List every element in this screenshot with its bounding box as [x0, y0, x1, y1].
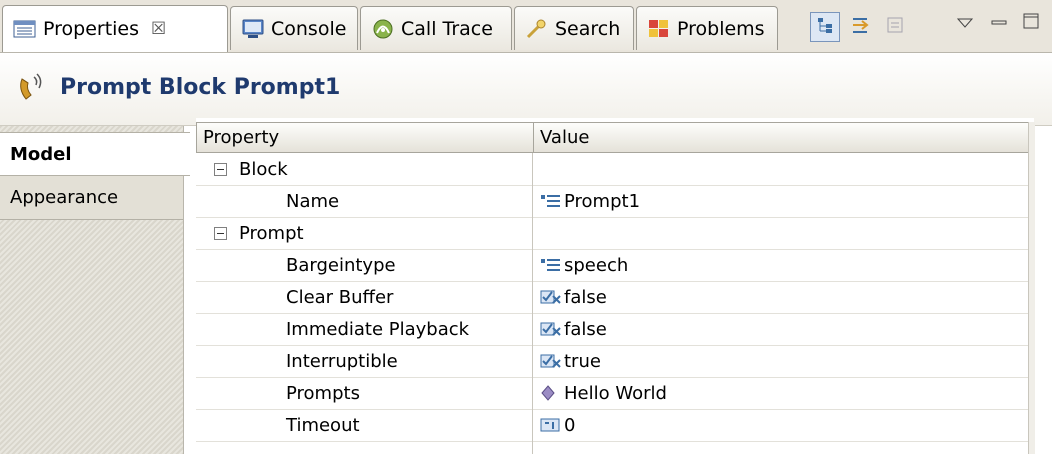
- table-row[interactable]: Prompt: [196, 218, 1034, 250]
- page-title: Prompt Block Prompt1: [60, 75, 341, 100]
- property-value: 0: [564, 415, 576, 436]
- table-row[interactable]: Prompts Hello World: [196, 378, 1034, 410]
- table-row[interactable]: Immediate Playback false: [196, 314, 1034, 346]
- property-value: Prompt1: [564, 191, 641, 212]
- maximize-button[interactable]: [1016, 8, 1046, 38]
- properties-header: Prompt Block Prompt1: [0, 53, 1052, 126]
- properties-view-icon: [13, 18, 37, 40]
- table-row-empty: [196, 442, 1034, 474]
- property-name: Prompt: [239, 223, 304, 244]
- section-tab-model[interactable]: Model: [0, 132, 190, 176]
- problems-icon: [647, 18, 671, 40]
- table-row[interactable]: Timeout 0: [196, 410, 1034, 442]
- view-tab-bar: Properties ☒ Console Call Trace Search P…: [0, 0, 1052, 53]
- column-header-property[interactable]: Property: [197, 123, 533, 152]
- minimize-button[interactable]: [984, 8, 1014, 38]
- show-advanced-icon: [850, 14, 872, 41]
- call-trace-icon: [371, 18, 395, 40]
- property-name: Timeout: [286, 415, 360, 436]
- property-name: Prompts: [286, 383, 360, 404]
- show-advanced-button[interactable]: [846, 12, 876, 42]
- property-name: Immediate Playback: [286, 319, 470, 340]
- view-menu-button[interactable]: [950, 8, 980, 38]
- text-value-icon: [540, 188, 562, 207]
- property-value: speech: [564, 255, 629, 276]
- table-header: Property Value: [196, 122, 1034, 153]
- boolean-value-icon: [540, 348, 562, 368]
- table-row[interactable]: Interruptible true: [196, 346, 1034, 378]
- tab-search[interactable]: Search: [514, 6, 634, 50]
- collapse-icon[interactable]: [214, 227, 227, 240]
- column-header-value[interactable]: Value: [534, 123, 1024, 152]
- restore-default-button[interactable]: [880, 12, 910, 42]
- tab-label: Problems: [677, 17, 765, 40]
- maximize-icon: [1022, 11, 1040, 35]
- minimize-icon: [990, 11, 1008, 35]
- tab-label: Search: [555, 17, 621, 40]
- property-table: Property Value Block Name Prompt1 Prompt…: [196, 118, 1035, 454]
- property-name: Clear Buffer: [286, 287, 394, 308]
- tab-problems[interactable]: Problems: [636, 6, 778, 50]
- boolean-value-icon: [540, 284, 562, 304]
- column-divider: [532, 153, 533, 454]
- tab-label: Call Trace: [401, 17, 493, 40]
- table-row[interactable]: Name Prompt1: [196, 186, 1034, 218]
- prompt-value-icon: [540, 380, 562, 401]
- text-value-icon: [540, 252, 562, 271]
- property-value: true: [564, 351, 601, 372]
- table-row[interactable]: Bargeintype speech: [196, 250, 1034, 282]
- section-tab-appearance[interactable]: Appearance: [0, 176, 183, 220]
- tab-label: Properties: [43, 18, 140, 40]
- property-value: Hello World: [564, 383, 667, 404]
- property-name: Name: [286, 191, 340, 212]
- search-icon: [525, 18, 549, 40]
- collapse-icon[interactable]: [214, 163, 227, 176]
- table-row[interactable]: Block: [196, 154, 1034, 186]
- prompt-block-icon: [14, 71, 48, 105]
- tab-properties[interactable]: Properties ☒: [2, 5, 228, 52]
- section-tab-list: Model Appearance: [0, 126, 190, 454]
- show-categories-button[interactable]: [810, 12, 840, 42]
- vertical-scrollbar[interactable]: [1028, 122, 1035, 454]
- tab-label: Console: [271, 17, 347, 40]
- tab-call-trace[interactable]: Call Trace: [360, 6, 512, 50]
- restore-default-icon: [885, 15, 905, 40]
- property-name: Interruptible: [286, 351, 398, 372]
- property-name: Bargeintype: [286, 255, 396, 276]
- table-row[interactable]: Clear Buffer false: [196, 282, 1034, 314]
- number-value-icon: [540, 412, 562, 432]
- property-value: false: [564, 287, 607, 308]
- property-value: false: [564, 319, 607, 340]
- property-name: Block: [239, 159, 288, 180]
- view-menu-icon: [956, 11, 974, 35]
- show-categories-icon: [815, 15, 835, 40]
- close-icon[interactable]: ☒: [151, 19, 166, 39]
- console-icon: [241, 18, 265, 40]
- boolean-value-icon: [540, 316, 562, 336]
- tab-console[interactable]: Console: [230, 6, 358, 50]
